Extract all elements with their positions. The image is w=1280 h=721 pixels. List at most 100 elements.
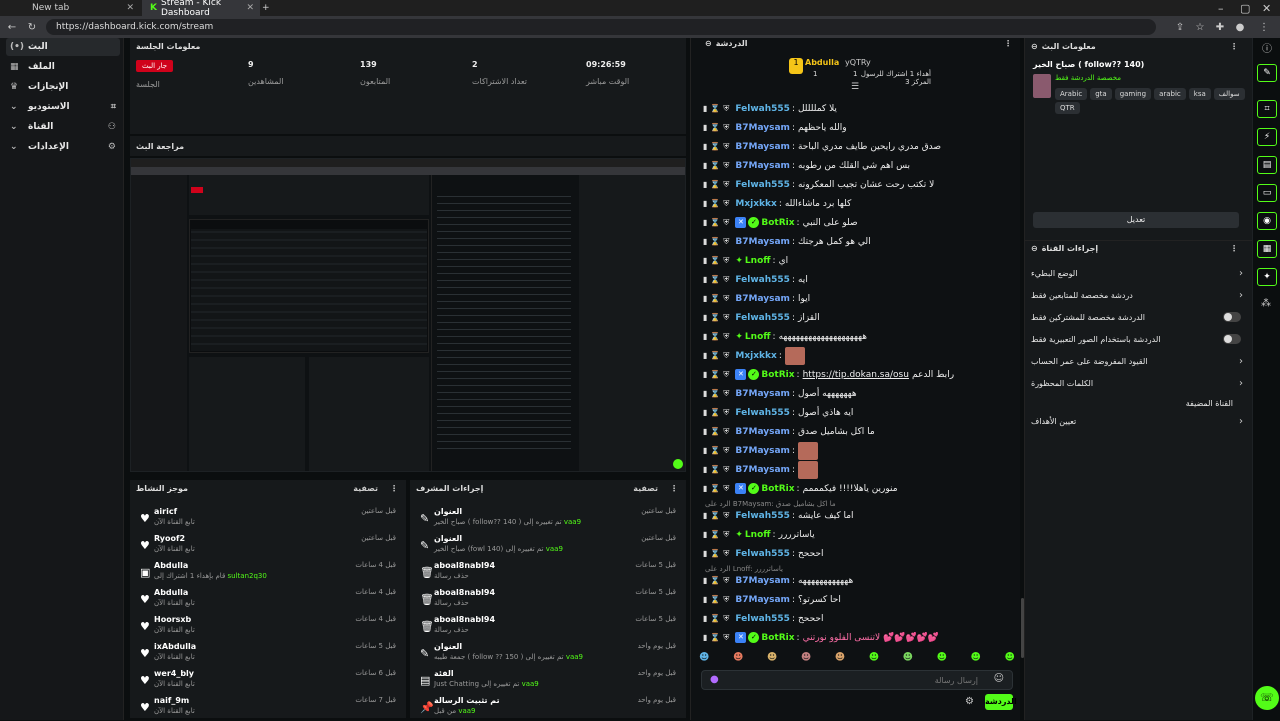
stream-preview[interactable] — [130, 158, 686, 472]
close-window-icon[interactable]: ✕ — [1262, 2, 1271, 15]
microphone-icon[interactable]: ● — [710, 674, 719, 685]
chat-username[interactable]: B7Maysam — [735, 446, 790, 456]
emote-only-toggle[interactable] — [1223, 334, 1241, 344]
filter-button[interactable]: تصفية — [633, 484, 658, 493]
activity-user[interactable]: naif_9m — [154, 696, 189, 705]
url-input[interactable]: https://dashboard.kick.com/stream — [46, 19, 1156, 35]
host-channel-row[interactable]: القناة المضيفة — [1031, 394, 1245, 412]
collapse-icon[interactable]: ⊖ — [705, 39, 712, 48]
stream-category[interactable]: مخصصة الدردشة فقط — [1055, 74, 1121, 82]
more-options-icon[interactable]: ⋮ — [1004, 39, 1012, 48]
chat-username[interactable]: Lnoff — [745, 530, 771, 540]
more-options-icon[interactable]: ⋮ — [670, 484, 678, 493]
send-chat-button[interactable]: الدردشة — [985, 694, 1017, 710]
chat-username[interactable]: B7Maysam — [735, 294, 790, 304]
chat-username[interactable]: Felwah555 — [735, 408, 790, 418]
chat-username[interactable]: Felwah555 — [735, 614, 790, 624]
chat-username[interactable]: B7Maysam — [735, 123, 790, 133]
sidebar-item-studio[interactable]: ⌄ الاستوديو ⌗ — [6, 98, 120, 116]
chat-username[interactable]: B7Maysam — [735, 427, 790, 437]
close-icon[interactable]: ✕ — [126, 3, 134, 13]
chat-username[interactable]: Lnoff — [745, 332, 771, 342]
emote-icon[interactable]: ☻ — [801, 652, 811, 668]
emote-icon[interactable]: ☻ — [903, 652, 913, 668]
chat-username[interactable]: Felwah555 — [735, 104, 790, 114]
more-options-icon[interactable]: ⋮ — [1230, 42, 1238, 51]
chat-username[interactable]: B7Maysam — [735, 142, 790, 152]
support-link[interactable]: https://tip.dokan.sa/osu — [803, 370, 909, 380]
emote-icon[interactable]: ☻ — [699, 652, 709, 668]
lightning-icon[interactable]: ⚡ — [1257, 128, 1277, 146]
chat-bubble-icon[interactable]: ▭ — [1257, 184, 1277, 202]
gift-target-user[interactable]: sultan2q30 — [228, 572, 267, 580]
mod-user[interactable]: vaa9 — [564, 518, 581, 526]
emote-icon[interactable]: ☻ — [733, 652, 743, 668]
emote-icon[interactable]: ☻ — [971, 652, 981, 668]
chat-username[interactable]: Felwah555 — [735, 313, 790, 323]
close-icon[interactable]: ✕ — [246, 3, 254, 13]
back-icon[interactable]: ← — [4, 22, 20, 33]
reload-icon[interactable]: ↻ — [24, 22, 40, 33]
menu-dots-icon[interactable]: ⋮ — [1256, 22, 1272, 33]
chat-username[interactable]: Felwah555 — [735, 180, 790, 190]
emote-icon[interactable]: ☻ — [767, 652, 777, 668]
chat-username[interactable]: B7Maysam — [735, 465, 790, 475]
chat-username[interactable]: Mxjxkkx — [735, 199, 776, 209]
chat-username[interactable]: B7Maysam — [735, 576, 790, 586]
chat-settings-icon[interactable]: ⚙ — [965, 696, 974, 707]
mod-user[interactable]: vaa9 — [458, 707, 475, 715]
chat-username[interactable]: B7Maysam — [735, 237, 790, 247]
activity-user[interactable]: Abdulla — [154, 561, 188, 570]
activity-user[interactable]: Abdulla — [154, 588, 188, 597]
activity-user[interactable]: Ryoof2 — [154, 534, 185, 543]
account-age-row[interactable]: القيود المفروضة على عمر الحساب › — [1031, 352, 1245, 370]
sidebar-item-settings[interactable]: ⌄ الإعدادات ⚙ — [6, 138, 120, 156]
emote-icon[interactable]: ☻ — [1004, 652, 1014, 668]
chat-username[interactable]: BotRix — [761, 484, 794, 494]
sidebar-item-profile[interactable]: ▦ الملف — [6, 58, 120, 76]
share-icon[interactable]: ⇪ — [1172, 22, 1188, 33]
share-nodes-icon[interactable]: ⁂ — [1261, 298, 1271, 309]
mod-user[interactable]: vaa9 — [566, 653, 583, 661]
emote-icon[interactable]: ☻ — [835, 652, 845, 668]
tab-kick-dashboard[interactable]: K Stream - Kick Dashboard ✕ — [142, 0, 260, 18]
bookmark-star-icon[interactable]: ☆ — [1192, 22, 1208, 33]
chat-username[interactable]: B7Maysam — [735, 595, 790, 605]
wrench-icon[interactable]: ✦ — [1257, 268, 1277, 286]
collapse-icon[interactable]: ⊖ — [1031, 42, 1038, 51]
new-tab-button[interactable]: + — [262, 0, 278, 16]
mod-user[interactable]: vaa9 — [522, 680, 539, 688]
activity-user[interactable]: Hoorsxb — [154, 615, 191, 624]
mod-action-title[interactable]: aboal8nabl94 — [434, 588, 495, 597]
top-gifter-name[interactable]: Abdulla — [805, 58, 839, 67]
collapse-icon[interactable]: ⊖ — [1031, 244, 1038, 253]
chat-username[interactable]: Felwah555 — [735, 275, 790, 285]
banned-words-row[interactable]: الكلمات المحظورة › — [1031, 374, 1245, 392]
minimize-icon[interactable]: – — [1218, 2, 1224, 15]
activity-user[interactable]: ixAbdulla — [154, 642, 196, 651]
grid-icon[interactable]: ▦ — [1257, 240, 1277, 258]
maximize-icon[interactable]: ▢ — [1240, 2, 1250, 15]
chat-username[interactable]: Lnoff — [745, 256, 771, 266]
info-icon[interactable]: ⓘ — [1262, 40, 1272, 55]
broadcast-icon[interactable]: ◉ — [1257, 212, 1277, 230]
chat-username[interactable]: Felwah555 — [735, 511, 790, 521]
set-goals-row[interactable]: تعيين الأهداف › — [1031, 412, 1245, 430]
chat-username[interactable]: B7Maysam — [735, 161, 790, 171]
more-options-icon[interactable]: ⋮ — [390, 484, 398, 493]
activity-user[interactable]: airicf — [154, 507, 177, 516]
filter-button[interactable]: تصفية — [353, 484, 378, 493]
activity-user[interactable]: wer4_bly — [154, 669, 194, 678]
tab-new-tab[interactable]: New tab ✕ — [24, 0, 140, 16]
emoji-icon[interactable]: ☺ — [994, 673, 1004, 684]
extensions-icon[interactable]: ✚ — [1212, 22, 1228, 33]
mod-action-title[interactable]: aboal8nabl94 — [434, 561, 495, 570]
expand-icon[interactable]: ☰ — [851, 82, 859, 92]
document-icon[interactable]: ▤ — [1257, 156, 1277, 174]
emote-icon[interactable]: ☻ — [937, 652, 947, 668]
edit-icon[interactable]: ✎ — [1257, 64, 1277, 82]
help-chat-button[interactable]: ☏ — [1255, 686, 1279, 710]
sidebar-item-channel[interactable]: ⌄ القناة ⚇ — [6, 118, 120, 136]
chat-username[interactable]: BotRix — [761, 218, 794, 228]
mod-action-title[interactable]: aboal8nabl94 — [434, 615, 495, 624]
